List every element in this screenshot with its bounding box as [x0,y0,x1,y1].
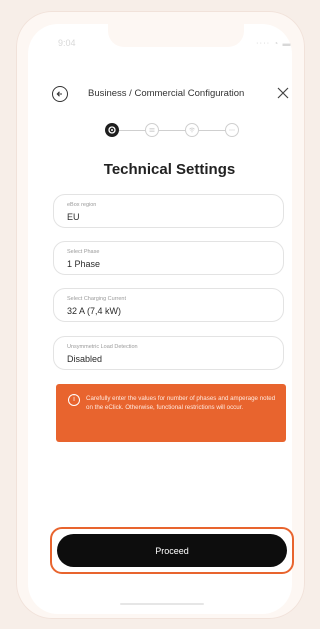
field-value: 1 Phase [67,259,101,269]
charging-current-field[interactable]: Select Charging Current 32 A (7,4 kW) [53,288,284,322]
ellipsis-icon [229,129,235,131]
back-button[interactable] [52,86,68,102]
header: Business / Commercial Configuration [50,84,290,106]
warning-alert: i Carefully enter the values for number … [56,384,286,442]
wifi-icon [189,127,195,133]
page-title: Technical Settings [103,161,236,178]
list-icon [149,128,155,132]
step-2 [145,123,159,137]
phase-field[interactable]: Select Phase 1 Phase [53,241,284,275]
info-icon: i [68,394,80,406]
field-value: 32 A (7,4 kW) [67,306,122,316]
step-connector [199,130,225,131]
field-label: Select Charging Current [67,296,127,302]
step-3 [185,123,199,137]
field-label: Unsymmetric Load Detection [67,344,138,350]
alert-message: Carefully enter the values for number of… [86,395,276,411]
header-title: Business / Commercial Configuration [88,88,245,99]
close-icon [277,87,289,99]
gear-icon [108,126,116,134]
home-indicator [120,603,204,605]
field-value: EU [67,212,80,222]
close-button[interactable] [276,86,290,100]
step-connector [159,130,185,131]
proceed-highlight: Proceed [50,527,294,574]
field-label: Select Phase [67,249,100,255]
step-4 [225,123,239,137]
field-label: eBox region [67,202,97,208]
unsymmetric-load-field[interactable]: Unsymmetric Load Detection Disabled [53,336,284,370]
proceed-button[interactable]: Proceed [57,534,287,567]
phone-notch [108,21,244,47]
status-icons: ‧‧‧‧ ◔ ▬ [256,39,292,48]
progress-stepper [105,122,239,138]
region-field[interactable]: eBox region EU [53,194,284,228]
field-value: Disabled [67,354,103,364]
status-time: 9:04 [58,38,76,48]
step-1 [105,123,119,137]
step-connector [119,130,145,131]
arrow-left-icon [56,91,62,97]
